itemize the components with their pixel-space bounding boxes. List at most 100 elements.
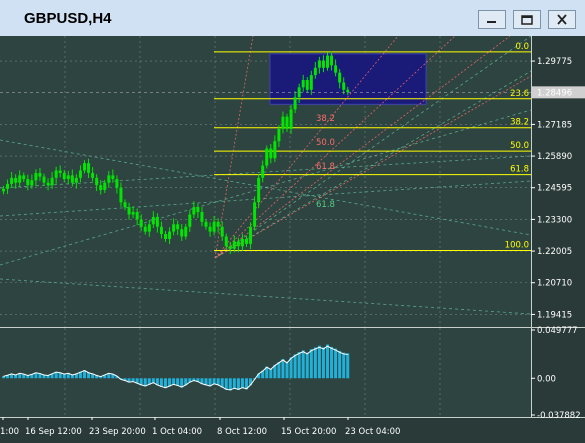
indicator-bar <box>228 378 232 391</box>
time-tick-label: 23 Sep 20:00 <box>89 427 146 437</box>
candle-body <box>34 172 38 181</box>
candle-body <box>245 238 248 244</box>
candle-body <box>46 182 50 186</box>
price-tick-label: 1.20710 <box>537 279 572 289</box>
candle-body <box>261 165 265 178</box>
candle-body <box>164 234 167 239</box>
close-icon <box>557 14 567 25</box>
candle-body <box>119 187 123 203</box>
fib-fan-label: 50.0 <box>316 138 335 148</box>
candle-body <box>208 226 212 232</box>
candle-body <box>220 226 224 237</box>
candle-body <box>289 109 293 129</box>
candle-body <box>99 185 103 191</box>
fib-arc-label: 61.8 <box>316 200 335 210</box>
candle-body <box>2 188 5 192</box>
candle-body <box>188 214 192 227</box>
price-chart[interactable]: 1.29775 1.27185 1.25890 1.24595 1.23300 1.220… <box>0 36 585 443</box>
candle-body <box>131 212 135 215</box>
fib-fan-label: 38.2 <box>316 114 335 124</box>
fib-fan-label: 61.8 <box>316 162 335 172</box>
indicator-bar <box>297 352 301 379</box>
indicator-bar <box>240 378 244 389</box>
candle-body <box>127 207 131 215</box>
candle-body <box>42 176 46 183</box>
candle-body <box>224 236 228 247</box>
candle-body <box>326 55 329 68</box>
time-tick-label: 1 Oct 04:00 <box>152 427 202 437</box>
time-tick-label: 1:00 <box>0 427 19 437</box>
fib-level-label: 38.2 <box>510 118 529 128</box>
candle-body <box>285 116 289 129</box>
candle-body <box>147 224 151 232</box>
candle-body <box>168 231 172 239</box>
indicator-tick-label: 0.049777 <box>537 326 578 336</box>
fib-level-label: 0.0 <box>515 42 529 52</box>
candle-body <box>301 80 305 88</box>
candle-body <box>6 183 10 189</box>
indicator-bar <box>293 354 297 379</box>
indicator-bar <box>326 344 329 379</box>
indicator-tick-label: -0.037882 <box>537 411 581 421</box>
indicator-bar <box>212 378 216 385</box>
window-title: GBPUSD,H4 <box>24 10 112 27</box>
candle-body <box>180 229 184 237</box>
candle-body <box>249 226 253 244</box>
price-tick-label: 1.19415 <box>537 310 572 320</box>
chart-window: GBPUSD,H4 1.29775 1.27185 1.25890 1.24595 1.… <box>0 0 585 443</box>
candle-body <box>236 241 240 247</box>
fib-level-label: 23.6 <box>510 89 529 99</box>
close-button[interactable] <box>548 10 576 29</box>
fib-level-label: 61.8 <box>510 165 529 175</box>
price-tick-label: 1.25890 <box>537 152 572 162</box>
candle-body <box>216 221 220 227</box>
candle-body <box>30 180 34 186</box>
candle-body <box>62 172 66 180</box>
candle-body <box>139 219 143 227</box>
indicator-bar <box>224 378 228 390</box>
indicator-bar <box>317 345 321 379</box>
time-tick-label: 16 Sep 12:00 <box>25 427 82 437</box>
candle-body <box>22 175 26 180</box>
candle-body <box>305 80 309 90</box>
restore-icon <box>521 15 533 25</box>
time-tick-label: 23 Oct 04:00 <box>345 427 400 437</box>
candle-body <box>228 246 232 249</box>
candle-body <box>172 224 176 232</box>
candle-body <box>293 97 297 110</box>
indicator-bar <box>277 361 281 379</box>
indicator-bar <box>338 350 342 379</box>
candle-body <box>74 177 78 183</box>
candle-body <box>38 172 42 177</box>
candle-body <box>95 177 99 186</box>
candle-body <box>184 226 188 237</box>
indicator-bar <box>232 378 236 389</box>
candle-body <box>232 241 236 249</box>
restore-button[interactable] <box>513 10 541 29</box>
fib-level-label: 50.0 <box>510 141 529 151</box>
candle-body <box>277 128 281 142</box>
time-tick-label: 15 Oct 20:00 <box>281 427 336 437</box>
indicator-bar <box>269 368 273 379</box>
indicator-tick-label: 0.00 <box>537 374 556 384</box>
candle-body <box>111 175 115 180</box>
candle-body <box>143 226 147 232</box>
indicator-bar <box>330 346 334 379</box>
indicator-bar <box>301 350 305 379</box>
candle-body <box>204 221 208 227</box>
candle-body <box>200 212 204 222</box>
indicator-bar <box>313 347 317 379</box>
minimize-button[interactable] <box>478 10 506 29</box>
candle-body <box>313 67 317 76</box>
candle-body <box>346 89 350 93</box>
candle-body <box>83 163 86 171</box>
candle-body <box>58 170 62 173</box>
time-tick-label: 8 Oct 12:00 <box>217 427 267 437</box>
indicator-bar <box>346 353 350 379</box>
indicator-bar <box>309 349 313 379</box>
title-bar[interactable]: GBPUSD,H4 <box>0 0 585 37</box>
candle-body <box>334 65 338 73</box>
candle-body <box>78 170 82 178</box>
current-price-label: 1.28496 <box>537 88 572 98</box>
candle-body <box>317 60 321 68</box>
